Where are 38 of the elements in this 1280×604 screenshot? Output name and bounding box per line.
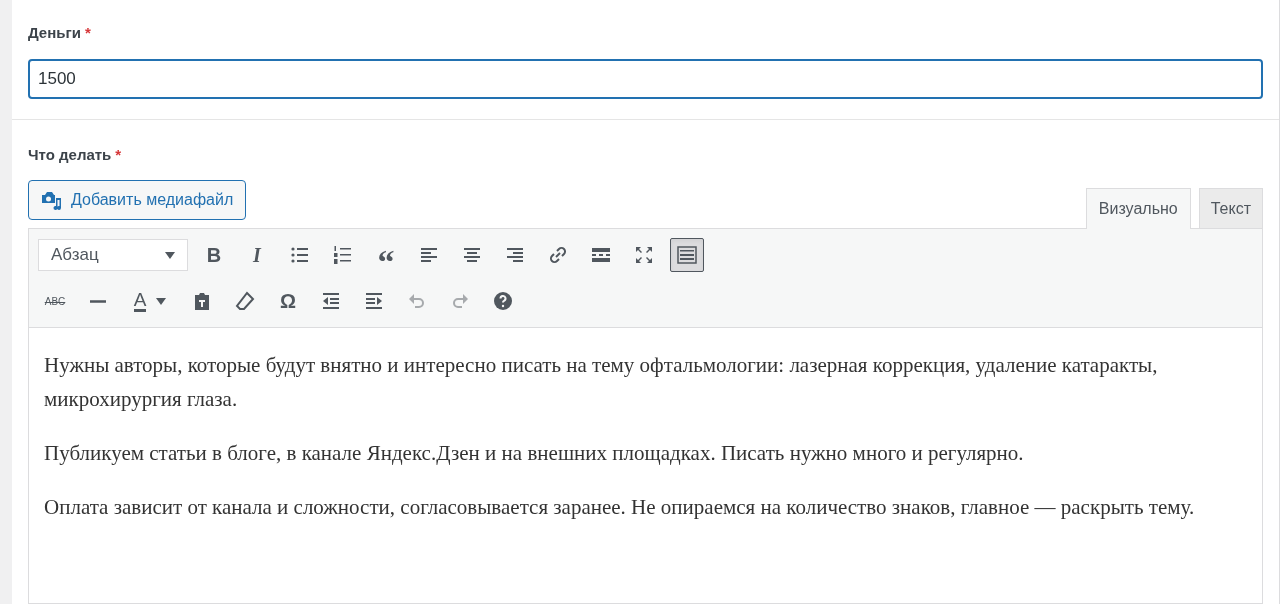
special-char-button[interactable]: Ω [271, 284, 305, 318]
align-right-icon [505, 245, 525, 265]
italic-button[interactable]: I [240, 238, 274, 272]
field-label: Что делать [28, 144, 112, 165]
read-more-icon [591, 245, 611, 265]
text-color-button[interactable]: A [124, 284, 176, 318]
redo-icon [450, 291, 470, 311]
indent-icon [364, 291, 384, 311]
required-mark: * [84, 23, 91, 43]
toolbar-toggle-icon [677, 245, 697, 265]
required-mark: * [115, 144, 122, 165]
bullet-list-icon [290, 245, 310, 265]
camera-music-icon [41, 189, 63, 211]
align-center-icon [462, 245, 482, 265]
align-left-icon [419, 245, 439, 265]
add-media-button[interactable]: Добавить медиафайл [28, 180, 247, 220]
quote-button[interactable]: “ [369, 238, 403, 272]
strikethrough-button[interactable]: ABC [38, 284, 72, 318]
fullscreen-icon [634, 245, 654, 265]
editor-tab[interactable]: Текст [1198, 188, 1263, 228]
toolbar-toggle-button[interactable] [670, 238, 704, 272]
numbered-list-icon [333, 245, 353, 265]
editor-paragraph: Оплата зависит от канала и сложности, согласовывается заранее. Не опираемся на количество знаков, главное — раскрыть тему. [44, 494, 1196, 521]
editor-tab[interactable]: Визуально [1085, 188, 1191, 229]
paste-text-icon [192, 291, 212, 311]
caret-down-icon [165, 251, 175, 259]
editor-paragraph: Нужны авторы, которые будут внятно и интересно писать на тему офтальмологии: лазерная коррекция, удаление катаракты, микрохирургия глаза. [44, 352, 1159, 413]
money-input-field[interactable]: 1500 [28, 58, 1263, 99]
bold-button[interactable]: B [197, 238, 231, 272]
link-icon [548, 245, 568, 265]
editor-paragraph: Публикуем статьи в блоге, в канале Яндекс.Дзен и на внешних площадках. Писать нужно много и регулярно. [44, 440, 1025, 467]
field-label: Деньги [28, 23, 81, 43]
outdent-icon [321, 291, 341, 311]
caret-down-icon [156, 297, 167, 305]
help-icon [493, 291, 513, 311]
eraser-icon [235, 291, 255, 311]
format-dropdown[interactable]: Абзац [38, 239, 188, 271]
horizontal-line-icon [90, 299, 106, 303]
